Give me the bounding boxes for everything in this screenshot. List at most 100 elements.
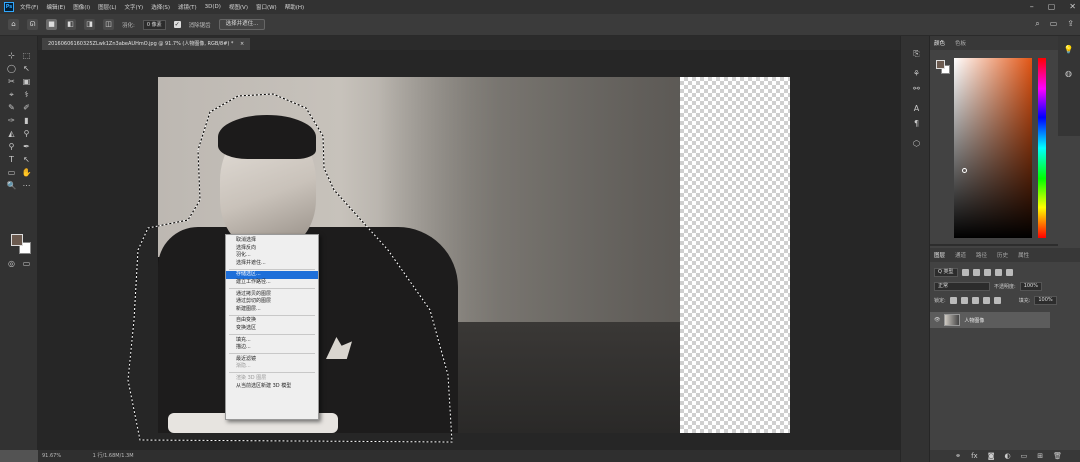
3d-panel-icon[interactable]: ⬡ <box>911 138 922 149</box>
menu-new-3d-from-selection[interactable]: 从当前选区新建 3D 模型 <box>226 383 318 391</box>
lock-image-icon[interactable] <box>960 297 968 304</box>
menu-save-selection[interactable]: 存储选区... <box>226 271 318 279</box>
quick-mask-icon[interactable]: ◎ <box>6 258 17 269</box>
hand-tool-icon[interactable]: ✋ <box>21 167 32 178</box>
move-tool-icon[interactable]: ⊹ <box>6 50 17 61</box>
share-icon[interactable]: ⇪ <box>1067 19 1074 29</box>
menu-3d[interactable]: 3D(D) <box>205 4 221 10</box>
filter-pixel-icon[interactable] <box>961 269 969 276</box>
screen-mode-icon[interactable]: ▭ <box>21 258 32 269</box>
new-layer-icon[interactable]: ⊞ <box>1037 450 1043 462</box>
menu-transform-selection[interactable]: 变换选区 <box>226 325 318 333</box>
menu-edit[interactable]: 编辑(E) <box>46 3 65 11</box>
tab-paths[interactable]: 路径 <box>976 251 987 259</box>
intersect-selection-icon[interactable]: ◫ <box>103 19 114 30</box>
add-selection-icon[interactable]: ◧ <box>65 19 76 30</box>
eraser-tool-icon[interactable]: ▮ <box>21 115 32 126</box>
opacity-input[interactable]: 100% <box>1019 282 1042 291</box>
character-panel-icon[interactable]: A <box>911 103 922 114</box>
close-tab-icon[interactable]: × <box>240 41 244 47</box>
fill-input[interactable]: 100% <box>1034 296 1057 305</box>
foreground-color-swatch[interactable] <box>936 60 945 69</box>
zoom-tool-icon[interactable]: 🔍 <box>6 180 17 191</box>
menu-make-work-path[interactable]: 建立工作路径... <box>226 279 318 287</box>
tab-history[interactable]: 历史 <box>997 251 1008 259</box>
brush-tool-icon[interactable]: ✎ <box>6 102 17 113</box>
libraries-panel-icon[interactable]: ◍ <box>1063 68 1074 79</box>
menu-deselect[interactable]: 取消选择 <box>226 237 318 245</box>
minimize-icon[interactable]: – <box>1030 2 1034 11</box>
lock-all-icon[interactable] <box>993 297 1001 304</box>
quick-select-tool-icon[interactable]: ↖ <box>21 63 32 74</box>
canvas-area[interactable] <box>38 50 900 450</box>
layer-name[interactable]: 人物图像 <box>964 317 984 324</box>
tab-layers[interactable]: 图层 <box>934 251 945 259</box>
menu-layer-via-cut[interactable]: 通过剪切的图层 <box>226 298 318 306</box>
menu-image[interactable]: 图像(I) <box>73 3 90 11</box>
filter-type-icon[interactable] <box>983 269 991 276</box>
select-and-mask-button[interactable]: 选择并遮住... <box>218 19 266 30</box>
rectangle-tool-icon[interactable]: ▭ <box>6 167 17 178</box>
lasso-preset-icon[interactable]: ᘏ <box>27 19 38 30</box>
layer-row[interactable]: 👁 人物图像 <box>930 312 1050 328</box>
lock-transparent-icon[interactable] <box>949 297 957 304</box>
close-icon[interactable]: ✕ <box>1069 2 1076 11</box>
lock-artboard-icon[interactable] <box>982 297 990 304</box>
tab-properties[interactable]: 属性 <box>1018 251 1029 259</box>
filter-adjustment-icon[interactable] <box>972 269 980 276</box>
menu-select-and-mask[interactable]: 选择并遮住... <box>226 260 318 268</box>
layer-filter-select[interactable]: Q 类型 <box>934 268 958 277</box>
tab-color[interactable]: 颜色 <box>934 39 945 47</box>
more-tools-icon[interactable]: ⋯ <box>21 180 32 191</box>
filter-smart-icon[interactable] <box>1005 269 1013 276</box>
history-panel-icon[interactable]: ⎘ <box>911 48 922 59</box>
color-picker-field[interactable] <box>954 58 1032 238</box>
menu-fill[interactable]: 填充... <box>226 337 318 345</box>
visibility-eye-icon[interactable]: 👁 <box>934 317 940 323</box>
menu-layer[interactable]: 图层(L) <box>98 3 116 11</box>
stamp-tool-icon[interactable]: ✐ <box>21 102 32 113</box>
menu-free-transform[interactable]: 自由变换 <box>226 317 318 325</box>
tab-channels[interactable]: 通道 <box>955 251 966 259</box>
frame-tool-icon[interactable]: ▣ <box>21 76 32 87</box>
brush-settings-icon[interactable]: ⚘ <box>911 68 922 79</box>
feather-input[interactable]: 0 像素 <box>142 19 166 30</box>
fx-icon[interactable]: fx <box>971 450 978 462</box>
link-icon[interactable]: ⚭ <box>955 450 961 462</box>
group-icon[interactable]: ▭ <box>1021 450 1028 462</box>
menu-feather[interactable]: 羽化... <box>226 252 318 260</box>
blend-mode-select[interactable]: 正常 <box>934 282 990 291</box>
home-icon[interactable]: ⌂ <box>8 19 19 30</box>
maximize-icon[interactable]: ▢ <box>1048 2 1056 11</box>
workspace-icon[interactable]: ▭ <box>1050 19 1058 29</box>
menu-new-layer[interactable]: 新建图层... <box>226 306 318 314</box>
path-select-tool-icon[interactable]: ↖ <box>21 154 32 165</box>
crop-tool-icon[interactable]: ✂ <box>6 76 17 87</box>
menu-file[interactable]: 文件(F) <box>20 3 38 11</box>
learn-panel-icon[interactable]: 💡 <box>1063 44 1074 55</box>
trash-icon[interactable]: 🗑 <box>1053 450 1062 462</box>
adjustments-panel-icon[interactable]: ⚯ <box>911 83 922 94</box>
marquee-tool-icon[interactable]: ⬚ <box>21 50 32 61</box>
color-picker-cursor[interactable] <box>962 168 967 173</box>
menu-filter[interactable]: 滤镜(T) <box>178 3 197 11</box>
new-selection-icon[interactable]: ■ <box>46 19 57 30</box>
mask-icon[interactable]: ◙ <box>988 450 995 462</box>
gradient-tool-icon[interactable]: ◭ <box>6 128 17 139</box>
filter-shape-icon[interactable] <box>994 269 1002 276</box>
menu-help[interactable]: 帮助(H) <box>285 3 304 11</box>
zoom-level[interactable]: 91.67% <box>42 453 61 459</box>
menu-select[interactable]: 选择(S) <box>151 3 170 11</box>
search-icon[interactable]: ⌕ <box>1035 19 1039 29</box>
blur-tool-icon[interactable]: ⚲ <box>21 128 32 139</box>
adjustment-icon[interactable]: ◐ <box>1005 450 1011 462</box>
history-brush-tool-icon[interactable]: ✑ <box>6 115 17 126</box>
document-size[interactable]: 1 行/1.68M/1.3M <box>93 453 134 459</box>
document-tab[interactable]: 20160606160325ZLwk1Zn3abeAUHmO.jpg @ 91.… <box>42 38 251 50</box>
menu-window[interactable]: 窗口(W) <box>256 3 277 11</box>
tab-swatches[interactable]: 色板 <box>955 39 966 47</box>
antialias-checkbox[interactable]: ✓ <box>173 21 181 28</box>
type-tool-icon[interactable]: T <box>6 154 17 165</box>
healing-tool-icon[interactable]: ⚕ <box>21 89 32 100</box>
dodge-tool-icon[interactable]: ⚲ <box>6 141 17 152</box>
